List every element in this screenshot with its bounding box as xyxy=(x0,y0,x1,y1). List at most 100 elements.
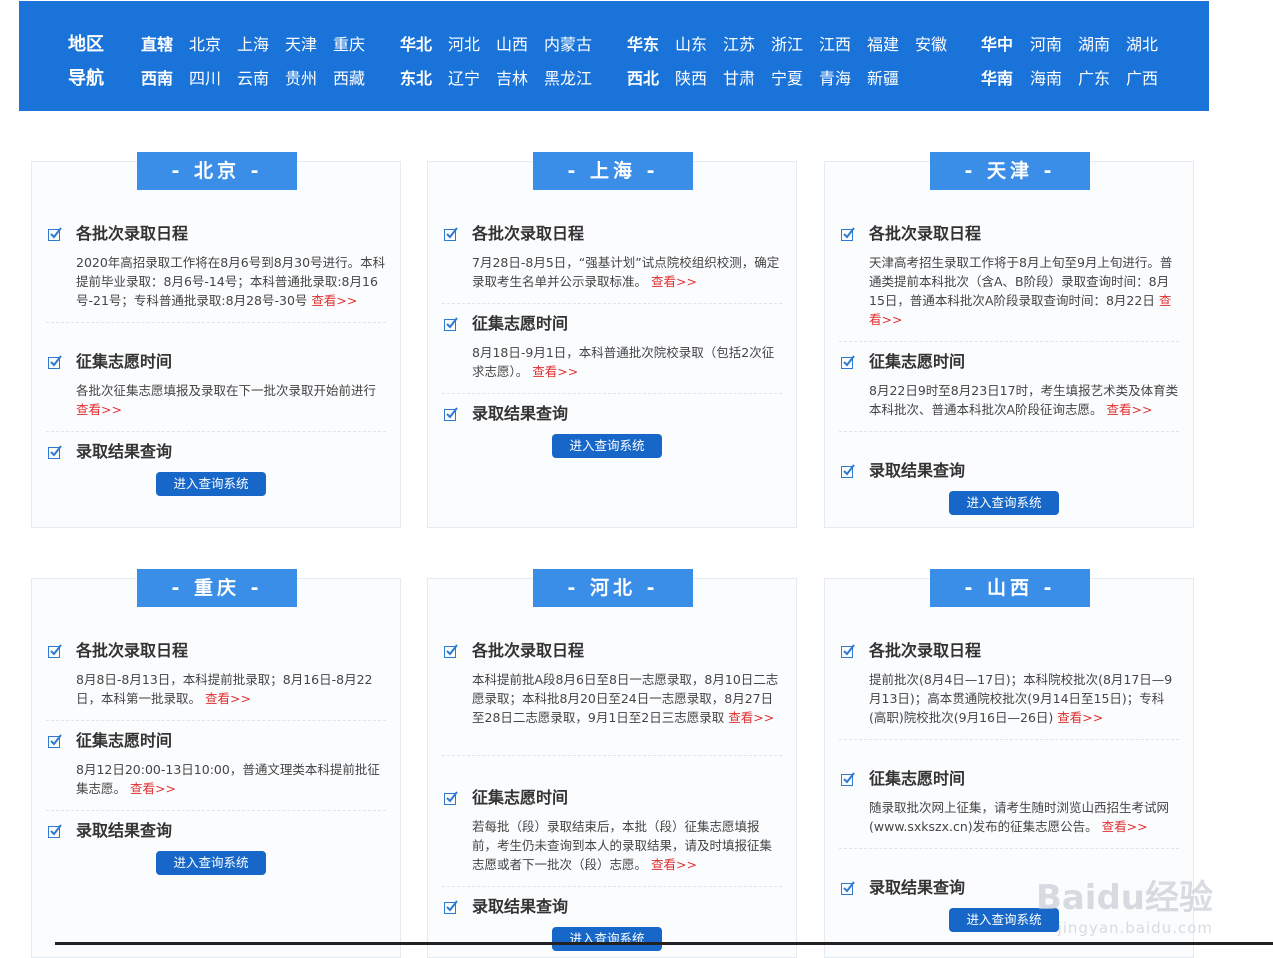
view-more-link[interactable]: 查看>> xyxy=(651,274,697,289)
card-header: - 天津 - xyxy=(930,152,1090,190)
province-link[interactable]: 安徽 xyxy=(915,31,947,55)
view-more-link[interactable]: 查看>> xyxy=(130,781,176,796)
region-label-huabei: 华北 xyxy=(400,35,433,54)
province-link[interactable]: 陕西 xyxy=(675,65,707,89)
province-link[interactable]: 新疆 xyxy=(867,65,899,89)
checkbox-checked-icon xyxy=(841,464,855,478)
section-title: 录取结果查询 xyxy=(472,897,569,916)
solicit-section: 征集志愿时间 8月12日20:00-13日10:00，普通文理类本科提前批征集志… xyxy=(46,730,386,811)
view-more-link[interactable]: 查看>> xyxy=(1057,710,1103,725)
section-text: 7月28日-8月5日，“强基计划”试点院校组织校测，确定录取考生名单并公示录取标… xyxy=(472,255,780,289)
view-more-link[interactable]: 查看>> xyxy=(728,710,774,725)
result-section: 录取结果查询 xyxy=(839,460,1179,482)
section-text: 各批次征集志愿填报及录取在下一批次录取开始前进行 xyxy=(76,383,377,398)
section-title: 征集志愿时间 xyxy=(472,788,569,807)
province-link[interactable]: 山西 xyxy=(496,31,528,55)
watermark-logo: Baidu经验 xyxy=(1035,878,1213,918)
province-link[interactable]: 云南 xyxy=(237,65,269,89)
region-label-xinan: 西南 xyxy=(141,69,174,88)
province-link[interactable]: 广东 xyxy=(1078,65,1110,89)
section-title: 各批次录取日程 xyxy=(869,641,982,660)
view-more-link[interactable]: 查看>> xyxy=(1102,819,1148,834)
result-section: 录取结果查询 xyxy=(442,896,782,918)
province-link[interactable]: 辽宁 xyxy=(448,65,480,89)
checkbox-checked-icon xyxy=(841,881,855,895)
section-title: 录取结果查询 xyxy=(76,821,173,840)
region-label-huadong: 华东 xyxy=(627,35,660,54)
card-header: - 河北 - xyxy=(533,569,693,607)
query-system-button[interactable]: 进入查询系统 xyxy=(156,472,266,496)
province-link[interactable]: 宁夏 xyxy=(771,65,803,89)
view-more-link[interactable]: 查看>> xyxy=(311,293,357,308)
region-label-zhixia: 直辖 xyxy=(141,35,174,54)
province-link[interactable]: 四川 xyxy=(189,65,221,89)
view-more-link[interactable]: 查看>> xyxy=(1107,402,1153,417)
solicit-section: 征集志愿时间 8月22日9时至8月23日17时，考生填报艺术类及体育类本科批次、… xyxy=(839,351,1179,432)
checkbox-checked-icon xyxy=(444,644,458,658)
province-link[interactable]: 江苏 xyxy=(723,31,755,55)
view-more-link[interactable]: 查看>> xyxy=(651,857,697,872)
query-system-button[interactable]: 进入查询系统 xyxy=(552,434,662,458)
province-link[interactable]: 贵州 xyxy=(285,65,317,89)
province-link[interactable]: 湖南 xyxy=(1078,31,1110,55)
schedule-section: 各批次录取日程 提前批次(8月4日—17日)；本科院校批次(8月17日—9月13… xyxy=(839,640,1179,740)
query-system-button[interactable]: 进入查询系统 xyxy=(156,851,266,875)
card-header: - 重庆 - xyxy=(137,569,297,607)
province-card-shanghai: - 上海 - 各批次录取日程 7月28日-8月5日，“强基计划”试点院校组织校测… xyxy=(427,152,797,528)
schedule-section: 各批次录取日程 8月8日-8月13日，本科提前批录取；8月16日-8月22日，本… xyxy=(46,640,386,721)
checkbox-checked-icon xyxy=(444,227,458,241)
region-label-huazhong: 华中 xyxy=(981,35,1014,54)
card-header: - 山西 - xyxy=(930,569,1090,607)
province-link[interactable]: 北京 xyxy=(189,31,221,55)
query-system-button[interactable]: 进入查询系统 xyxy=(949,491,1059,515)
section-text: 提前批次(8月4日—17日)；本科院校批次(8月17日—9月13日)；高本贯通院… xyxy=(869,672,1173,725)
schedule-section: 各批次录取日程 7月28日-8月5日，“强基计划”试点院校组织校测，确定录取考生… xyxy=(442,223,782,304)
view-more-link[interactable]: 查看>> xyxy=(205,691,251,706)
view-more-link[interactable]: 查看>> xyxy=(76,402,122,417)
province-link[interactable]: 湖北 xyxy=(1126,31,1158,55)
checkbox-checked-icon xyxy=(841,227,855,241)
section-title: 各批次录取日程 xyxy=(76,641,189,660)
checkbox-checked-icon xyxy=(841,644,855,658)
result-section: 录取结果查询 xyxy=(442,403,782,425)
province-link[interactable]: 上海 xyxy=(237,31,269,55)
province-link[interactable]: 河北 xyxy=(448,31,480,55)
schedule-section: 各批次录取日程 天津高考招生录取工作将于8月上旬至9月上旬进行。普通类提前本科批… xyxy=(839,223,1179,342)
province-link[interactable]: 天津 xyxy=(285,31,317,55)
checkbox-checked-icon xyxy=(841,772,855,786)
province-link[interactable]: 青海 xyxy=(819,65,851,89)
card-header: - 北京 - xyxy=(137,152,297,190)
result-section: 录取结果查询 xyxy=(46,441,386,463)
schedule-section: 各批次录取日程 2020年高招录取工作将在8月6号到8月30号进行。本科提前毕业… xyxy=(46,223,386,323)
province-link[interactable]: 河南 xyxy=(1030,31,1062,55)
province-link[interactable]: 内蒙古 xyxy=(544,31,592,55)
section-title: 征集志愿时间 xyxy=(472,314,569,333)
section-title: 录取结果查询 xyxy=(472,404,569,423)
watermark-url: jingyan.baidu.com xyxy=(1057,919,1213,937)
baidu-jingyan-watermark: Baidu经验 jingyan.baidu.com xyxy=(1036,870,1213,937)
province-card-chongqing: - 重庆 - 各批次录取日程 8月8日-8月13日，本科提前批录取；8月16日-… xyxy=(31,569,401,958)
section-title: 录取结果查询 xyxy=(869,461,966,480)
section-text: 天津高考招生录取工作将于8月上旬至9月上旬进行。普通类提前本科批次（含A、B阶段… xyxy=(869,255,1173,308)
province-link[interactable]: 浙江 xyxy=(771,31,803,55)
query-system-button[interactable]: 进入查询系统 xyxy=(552,927,662,951)
checkbox-checked-icon xyxy=(48,824,62,838)
view-more-link[interactable]: 查看>> xyxy=(532,364,578,379)
province-link[interactable]: 广西 xyxy=(1126,65,1158,89)
checkbox-checked-icon xyxy=(444,407,458,421)
solicit-section: 征集志愿时间 随录取批次网上征集，请考生随时浏览山西招生考试网(www.sxks… xyxy=(839,768,1179,849)
section-title: 征集志愿时间 xyxy=(76,352,173,371)
province-link[interactable]: 西藏 xyxy=(333,65,365,89)
checkbox-checked-icon xyxy=(444,791,458,805)
province-link[interactable]: 福建 xyxy=(867,31,899,55)
region-label-huanan: 华南 xyxy=(981,69,1014,88)
province-link[interactable]: 黑龙江 xyxy=(544,65,592,89)
province-link[interactable]: 吉林 xyxy=(496,65,528,89)
province-link[interactable]: 甘肃 xyxy=(723,65,755,89)
province-link[interactable]: 海南 xyxy=(1030,65,1062,89)
province-link[interactable]: 江西 xyxy=(819,31,851,55)
province-link[interactable]: 山东 xyxy=(675,31,707,55)
section-text: 8月12日20:00-13日10:00，普通文理类本科提前批征集志愿。 xyxy=(76,762,380,796)
result-section: 录取结果查询 xyxy=(46,820,386,842)
province-link[interactable]: 重庆 xyxy=(333,31,365,55)
